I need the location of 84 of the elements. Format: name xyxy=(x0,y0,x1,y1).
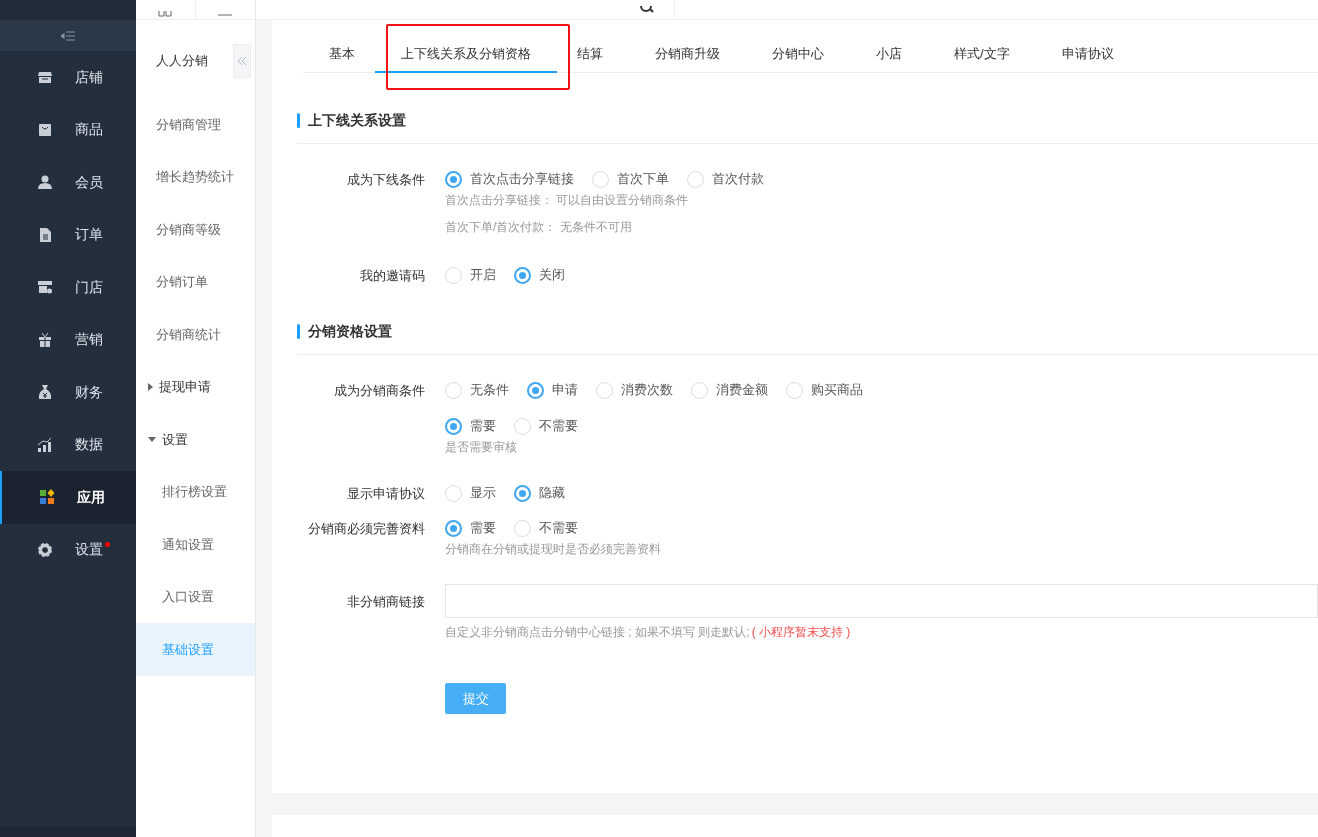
option-label: 申请 xyxy=(552,381,578,400)
option-label: 首次下单 xyxy=(617,170,669,189)
sidebar-item[interactable]: 设置 xyxy=(0,523,136,576)
sidebar-item[interactable]: 数据 xyxy=(0,418,136,471)
field-label: 我的邀请码 xyxy=(360,268,425,283)
radio-button[interactable] xyxy=(527,381,544,399)
option-label: 需要 xyxy=(470,417,496,436)
help-text: 是否需要审核 xyxy=(445,440,517,454)
subnav-item[interactable]: 分销商管理 xyxy=(136,98,255,151)
tab[interactable]: 分销中心 xyxy=(746,42,850,73)
help-text: 首次下单/首次付款： 无条件不可用 xyxy=(445,220,632,234)
option-label: 消费次数 xyxy=(621,381,673,400)
tab[interactable]: 上下线关系及分销资格 xyxy=(375,42,557,73)
settings-icon xyxy=(37,541,53,558)
help-text: 自定义非分销商点击分销中心链接 ; 如果不填写 则走默认; xyxy=(445,625,750,639)
bar-chart-icon xyxy=(37,436,53,453)
option-label: 关闭 xyxy=(539,266,565,285)
option-label: 消费金额 xyxy=(716,381,768,400)
radio-button[interactable] xyxy=(514,484,531,502)
radio-button[interactable] xyxy=(445,170,462,188)
sidebar-item[interactable]: 应用 xyxy=(0,471,136,524)
subnav-item[interactable]: 增长趋势统计 xyxy=(136,150,255,203)
sidebar-item[interactable]: 财务 xyxy=(0,366,136,419)
subnav-item[interactable]: 分销商统计 xyxy=(136,308,255,361)
bag-icon xyxy=(37,121,53,138)
tab[interactable]: 分销商升级 xyxy=(629,42,746,73)
tab[interactable]: 小店 xyxy=(850,42,928,73)
section-marker xyxy=(297,324,300,339)
option-label: 开启 xyxy=(470,266,496,285)
option-label: 首次付款 xyxy=(712,170,764,189)
section-title: 分销资格设置 xyxy=(308,322,392,341)
option-label: 显示 xyxy=(470,484,496,503)
money-bag-icon xyxy=(37,384,53,401)
subnav-item[interactable]: 分销订单 xyxy=(136,255,255,308)
radio-button[interactable] xyxy=(445,519,462,537)
shop-icon xyxy=(37,279,53,296)
menu-icon[interactable] xyxy=(218,11,233,17)
option-label: 首次点击分享链接 xyxy=(470,170,574,189)
caret-down-icon xyxy=(148,436,156,442)
caret-right-icon xyxy=(148,382,153,391)
subnav-item[interactable]: 入口设置 xyxy=(136,570,255,623)
section-title: 上下线关系设置 xyxy=(308,111,406,130)
warning-text: ( 小程序暂末支持 ) xyxy=(751,625,851,639)
field-label: 分销商必须完善资料 xyxy=(308,521,425,536)
subnav-item[interactable]: 分销商等级 xyxy=(136,203,255,256)
subnav-item[interactable]: 通知设置 xyxy=(136,518,255,571)
help-text: 首次点击分享链接： 可以自由设置分销商条件 xyxy=(445,193,689,207)
grid-icon[interactable] xyxy=(158,11,173,17)
subnav-group[interactable]: 提现申请 xyxy=(136,360,255,413)
document-icon xyxy=(37,226,53,243)
field-label: 显示申请协议 xyxy=(347,486,425,501)
option-label: 不需要 xyxy=(539,519,578,538)
field-label: 成为分销商条件 xyxy=(334,383,425,398)
gift-icon xyxy=(37,331,53,348)
sidebar-item[interactable]: 商品 xyxy=(0,103,136,156)
subnav-title: 人人分销 xyxy=(156,52,208,71)
storefront-icon xyxy=(37,69,53,86)
search-icon xyxy=(640,6,654,14)
user-icon xyxy=(37,174,53,191)
double-chevron-icon xyxy=(237,56,247,66)
section-marker xyxy=(297,113,300,128)
sidebar-item[interactable]: 店铺 xyxy=(0,51,136,104)
input-field[interactable] xyxy=(445,584,1318,618)
sidebar-item[interactable]: 营销 xyxy=(0,313,136,366)
collapse-icon[interactable] xyxy=(61,30,75,41)
field-label: 成为下线条件 xyxy=(347,172,425,187)
radio-button[interactable] xyxy=(445,417,462,435)
radio-button[interactable] xyxy=(514,266,531,284)
tab[interactable]: 申请协议 xyxy=(1035,42,1140,73)
subnav-group[interactable]: 设置 xyxy=(136,413,255,466)
sidebar-item[interactable]: 会员 xyxy=(0,156,136,209)
option-label: 无条件 xyxy=(470,381,509,400)
option-label: 购买商品 xyxy=(811,381,863,400)
apps-icon xyxy=(39,489,55,506)
option-label: 不需要 xyxy=(539,417,578,436)
help-text: 分销商在分销或提现时是否必须完善资料 xyxy=(445,542,661,556)
tab[interactable]: 样式/文字 xyxy=(928,42,1036,73)
option-label: 需要 xyxy=(470,519,496,538)
collapse-button[interactable] xyxy=(233,44,251,78)
sidebar-item[interactable]: 订单 xyxy=(0,208,136,261)
option-label: 隐藏 xyxy=(539,484,565,503)
sidebar-item[interactable]: 门店 xyxy=(0,261,136,314)
field-label: 非分销商链接 xyxy=(347,594,425,609)
subnav-item[interactable]: 排行榜设置 xyxy=(136,465,255,518)
